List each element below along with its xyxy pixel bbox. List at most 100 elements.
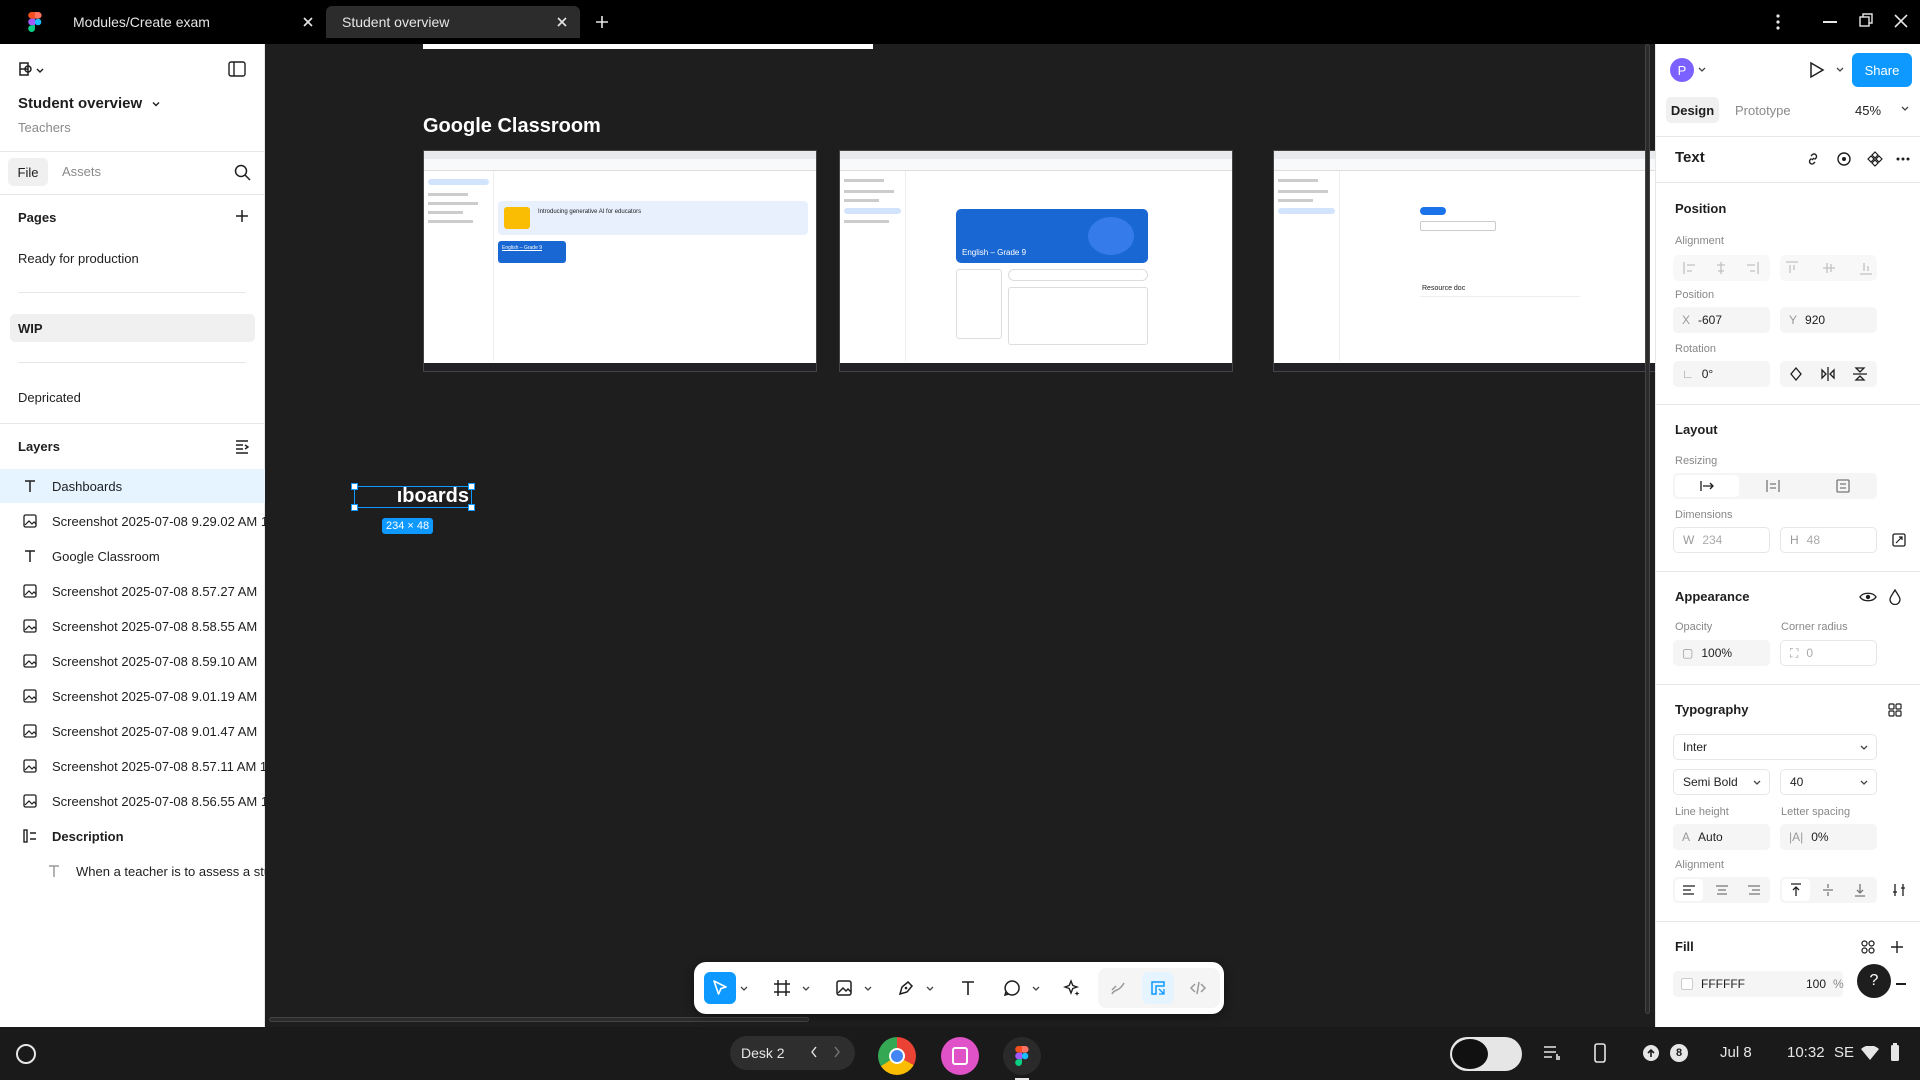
text-styles-icon[interactable] [1882, 697, 1908, 723]
opacity-field[interactable]: ▢ 100% [1673, 640, 1770, 666]
search-icon[interactable] [234, 164, 251, 181]
desk-switcher[interactable]: Desk 2 [730, 1036, 855, 1070]
tab-design[interactable]: Design [1666, 97, 1719, 123]
close-window-icon[interactable] [1893, 13, 1909, 29]
constrain-proportions-icon[interactable] [1886, 527, 1912, 553]
chevron-down-icon[interactable] [150, 98, 162, 110]
corner-radius-field[interactable]: ⛶ 0 [1780, 640, 1877, 666]
page-item-depricated[interactable]: Depricated [18, 390, 81, 405]
tab-file[interactable]: File [8, 158, 48, 186]
project-name[interactable]: Teachers [18, 120, 71, 135]
chevron-down-icon[interactable] [926, 986, 934, 992]
text-tool-icon[interactable] [952, 972, 984, 1004]
layer-screenshot[interactable]: Screenshot 2025-07-08 8.59.10 AM [0, 644, 265, 678]
selected-text-layer[interactable]: ıboards [351, 483, 475, 511]
layer-screenshot[interactable]: Screenshot 2025-07-08 9.01.47 AM [0, 714, 265, 748]
link-icon[interactable] [1800, 146, 1826, 172]
height-field[interactable]: H 48 [1780, 527, 1877, 553]
style-icon[interactable] [1831, 146, 1857, 172]
x-position-field[interactable]: X -607 [1673, 307, 1770, 333]
color-swatch[interactable] [1681, 978, 1693, 990]
chevron-down-icon[interactable] [1901, 106, 1909, 112]
page-item-ready[interactable]: Ready for production [18, 251, 139, 266]
blend-mode-icon[interactable] [1882, 584, 1908, 610]
figma-app-icon[interactable] [1003, 1037, 1041, 1075]
vertical-align-group[interactable] [1780, 255, 1877, 281]
fill-color-field[interactable]: FFFFFF 100 % [1673, 971, 1844, 997]
chrome-app-icon[interactable] [878, 1037, 916, 1075]
fixed-size-icon[interactable] [1835, 479, 1851, 493]
horizontal-align-group[interactable] [1673, 255, 1770, 281]
zoom-level[interactable]: 45% [1855, 103, 1881, 118]
toggle-sidebar-icon[interactable] [228, 61, 246, 77]
stylus-tools-pod[interactable] [1450, 1037, 1522, 1071]
dev-mode-icon[interactable] [1182, 972, 1214, 1004]
avatar[interactable]: P [1670, 58, 1694, 82]
fill-styles-icon[interactable] [1855, 934, 1881, 960]
align-left-icon[interactable] [1675, 879, 1703, 901]
launcher-icon[interactable] [16, 1044, 36, 1064]
tab-student-overview[interactable]: Student overview [326, 6, 580, 38]
pen-tool-icon[interactable] [890, 972, 922, 1004]
upload-icon[interactable] [1642, 1044, 1660, 1062]
flip-horizontal-icon[interactable] [1820, 366, 1836, 382]
new-tab-icon[interactable] [594, 14, 610, 30]
layer-dashboards[interactable]: Dashboards [0, 469, 265, 503]
notification-count-badge[interactable]: 8 [1670, 1044, 1688, 1062]
page-item-wip[interactable]: WIP [10, 314, 255, 342]
layer-screenshot[interactable]: Screenshot 2025-07-08 8.57.27 AM [0, 574, 265, 608]
horizontal-scrollbar[interactable] [269, 1017, 809, 1022]
image-tool-icon[interactable] [828, 972, 860, 1004]
screenshot-image[interactable]: English – Grade 9 [839, 150, 1233, 372]
layer-screenshot[interactable]: Screenshot 2025-07-08 8.57.11 AM 1 [0, 749, 265, 783]
main-menu-icon[interactable] [18, 61, 44, 79]
visibility-eye-icon[interactable] [1855, 584, 1881, 610]
tab-assets[interactable]: Assets [62, 164, 101, 179]
wifi-icon[interactable] [1861, 1046, 1879, 1060]
more-icon[interactable] [1890, 146, 1916, 172]
layer-screenshot[interactable]: Screenshot 2025-07-08 8.56.55 AM 1 [0, 784, 265, 818]
screenshot-image[interactable]: Introducing generative AI for educators … [423, 150, 817, 372]
draw-mode-icon[interactable] [1102, 972, 1134, 1004]
chevron-right-icon[interactable] [833, 1045, 841, 1059]
file-name[interactable]: Student overview [18, 95, 142, 112]
chevron-down-icon[interactable] [802, 986, 810, 992]
comment-tool-icon[interactable] [996, 972, 1028, 1004]
resize-handle[interactable] [351, 483, 358, 490]
layer-screenshot[interactable]: Screenshot 2025-07-08 8.58.55 AM [0, 609, 265, 643]
layer-screenshot[interactable]: Screenshot 2025-07-08 9.01.19 AM [0, 679, 265, 713]
align-bottom-icon[interactable] [1854, 883, 1866, 897]
chevron-down-icon[interactable] [1698, 67, 1706, 73]
design-mode-icon[interactable] [1142, 972, 1174, 1004]
font-weight-select[interactable]: Semi Bold [1673, 769, 1770, 795]
component-icon[interactable] [1862, 146, 1888, 172]
layer-description[interactable]: Description [0, 819, 265, 853]
screenshot-image[interactable]: Resource doc [1273, 150, 1655, 372]
tab-prototype[interactable]: Prototype [1735, 103, 1791, 118]
flip-vertical-icon[interactable] [1852, 366, 1868, 382]
restore-icon[interactable] [1858, 12, 1874, 28]
frame-tool-icon[interactable] [766, 972, 798, 1004]
font-size-select[interactable]: 40 [1780, 769, 1877, 795]
layer-description-text[interactable]: When a teacher is to assess a stu [0, 854, 265, 888]
tab-modules-create-exam[interactable]: Modules/Create exam [60, 6, 320, 38]
resize-handle[interactable] [468, 504, 475, 511]
more-options-icon[interactable] [1774, 13, 1782, 31]
minimize-icon[interactable] [1823, 21, 1837, 23]
resize-handle[interactable] [468, 483, 475, 490]
layer-screenshot[interactable]: Screenshot 2025-07-08 9.29.02 AM 1 [0, 504, 265, 538]
align-middle-icon[interactable] [1822, 883, 1834, 897]
battery-icon[interactable] [1890, 1042, 1900, 1062]
time-label[interactable]: 10:32 [1787, 1044, 1825, 1061]
notes-app-icon[interactable] [941, 1037, 979, 1075]
layer-google-classroom[interactable]: Google Classroom [0, 539, 265, 573]
chevron-down-icon[interactable] [740, 986, 748, 992]
align-right-icon[interactable] [1747, 885, 1761, 895]
line-height-field[interactable]: A Auto [1673, 824, 1770, 850]
chevron-down-icon[interactable] [1836, 67, 1844, 73]
present-play-icon[interactable] [1809, 61, 1825, 79]
add-page-icon[interactable] [234, 208, 250, 224]
font-family-select[interactable]: Inter [1673, 734, 1877, 760]
auto-height-icon[interactable] [1765, 479, 1781, 493]
date-label[interactable]: Jul 8 [1720, 1044, 1752, 1061]
